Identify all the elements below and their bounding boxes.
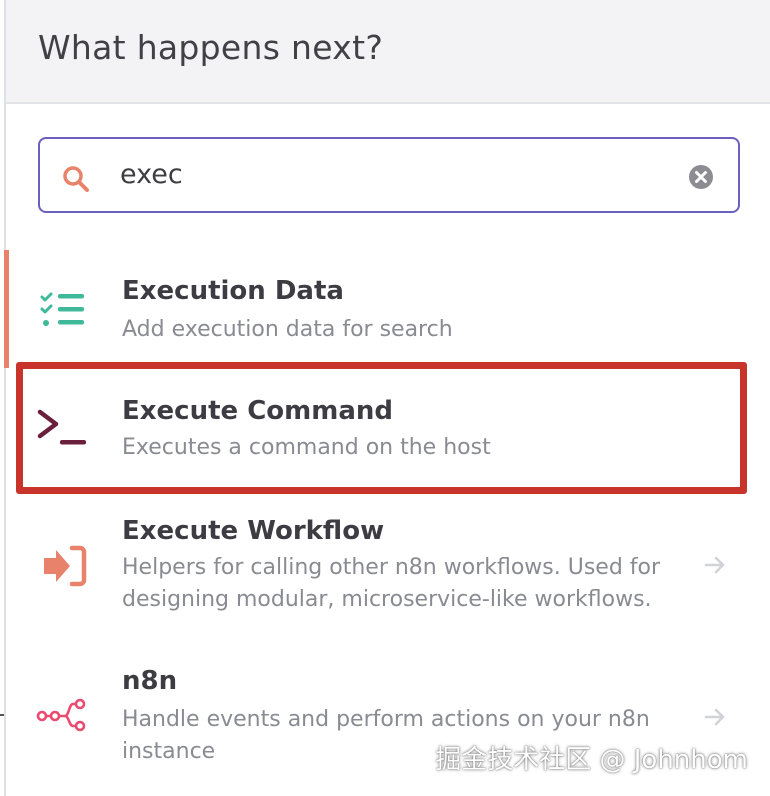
sign-in-icon [44, 545, 87, 587]
node-description: Helpers for calling other n8n workflows.… [122, 555, 661, 612]
watermark-text: 掘金技术社区 @ Johnhom [435, 745, 748, 775]
list-check-icon [40, 292, 84, 326]
search-value[interactable]: exec [120, 159, 183, 190]
n8n-logo-icon [36, 698, 86, 732]
node-creator-panel: What happens next? exec Execution Data A… [4, 0, 770, 796]
search-icon [63, 166, 89, 192]
clear-search-icon[interactable] [688, 164, 714, 190]
arrow-right-icon [704, 708, 725, 726]
panel-header: What happens next? [6, 0, 770, 104]
arrow-right-icon [704, 556, 725, 574]
node-title: Execution Data [122, 276, 344, 306]
panel-title: What happens next? [38, 28, 384, 67]
node-item-execute-workflow[interactable]: Execute Workflow Helpers for calling oth… [6, 500, 770, 632]
node-title: n8n [122, 666, 178, 696]
node-description: Add execution data for search [122, 317, 453, 342]
annotation-highlight-box [16, 362, 747, 494]
node-item-execution-data[interactable]: Execution Data Add execution data for se… [6, 250, 770, 368]
node-title: Execute Workflow [122, 516, 385, 546]
search-input[interactable]: exec [38, 137, 740, 213]
